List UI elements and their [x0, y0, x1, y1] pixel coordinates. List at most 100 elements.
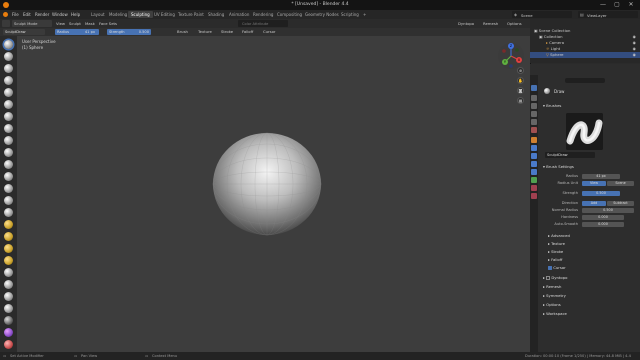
menu-dyntopo[interactable]: Dyntopo [456, 20, 476, 27]
cursor-menu[interactable]: Cursor [261, 28, 277, 35]
thumb-tool[interactable] [4, 256, 13, 265]
scene-tab[interactable] [531, 119, 537, 125]
sphere-mesh[interactable] [211, 132, 323, 236]
render-tab[interactable] [531, 95, 537, 101]
tab-sculpting[interactable]: Sculpting [128, 11, 153, 18]
smooth-tool[interactable] [4, 148, 13, 157]
brush-settings-header[interactable]: ▾ Brush Settings [543, 164, 574, 169]
view-layer-tab[interactable] [531, 111, 537, 117]
menu-mask[interactable]: Mask [83, 20, 97, 27]
strength-value-field[interactable]: 0.500 [582, 191, 620, 196]
world-tab[interactable] [531, 127, 537, 133]
tab-scripting[interactable]: Scripting [338, 11, 362, 18]
face-set-tool[interactable] [4, 328, 13, 337]
scrape-tool[interactable] [4, 184, 13, 193]
elastic-deform-tool[interactable] [4, 232, 13, 241]
material-tab[interactable] [531, 185, 537, 191]
tab-texture-paint[interactable]: Texture Paint [175, 11, 207, 18]
cursor-subsection[interactable]: Cursor [548, 265, 566, 270]
direction-add[interactable]: Add [582, 201, 606, 206]
clay-strips-tool[interactable] [4, 76, 13, 85]
transform-tool[interactable] [4, 340, 13, 349]
maximize-button[interactable]: ▢ [610, 1, 624, 9]
radius-field[interactable]: Radius 41 px [55, 29, 99, 35]
menu-remesh[interactable]: Remesh [481, 20, 500, 27]
outliner-row[interactable]: ▽ Sphere ◉ [530, 52, 640, 58]
tool-tab[interactable] [531, 85, 537, 91]
texture-subsection[interactable]: ▸ Texture [548, 241, 565, 246]
tab-uv-editing[interactable]: UV Editing [151, 11, 178, 18]
tab-animation[interactable]: Animation [226, 11, 252, 18]
menu-render[interactable]: Render [35, 12, 49, 17]
close-button[interactable]: ✕ [624, 1, 638, 9]
clay-tool[interactable] [4, 64, 13, 73]
tab-rendering[interactable]: Rendering [250, 11, 276, 18]
ortho-grid-icon[interactable]: ▦ [517, 97, 524, 104]
falloff-menu[interactable]: Falloff [240, 28, 255, 35]
editor-type-button[interactable] [2, 20, 10, 27]
eye-icon[interactable]: ◉ [633, 52, 636, 58]
add-workspace-button[interactable]: + [360, 11, 369, 18]
draw-sharp-tool[interactable] [4, 52, 13, 61]
brushes-section-header[interactable]: ▾ Brushes [543, 103, 561, 108]
stroke-subsection[interactable]: ▸ Stroke [548, 249, 563, 254]
tool-name-field[interactable]: SculptDraw [3, 29, 45, 35]
texture-menu[interactable]: Texture [196, 28, 214, 35]
data-tab[interactable] [531, 177, 537, 183]
texture-tab[interactable] [531, 193, 537, 199]
object-tab[interactable] [531, 137, 537, 143]
brush-menu[interactable]: Brush [175, 28, 190, 35]
pose-tool[interactable] [4, 268, 13, 277]
color-attribute-field[interactable]: Color Attribute [238, 20, 288, 27]
output-tab[interactable] [531, 103, 537, 109]
options-section[interactable]: ▸ Options [543, 302, 561, 307]
normal-radius-field[interactable]: 0.500 [582, 208, 634, 213]
brush-preview[interactable] [566, 113, 603, 150]
menu-sculpt[interactable]: Sculpt [67, 20, 83, 27]
radius-unit-scene[interactable]: Scene [607, 181, 634, 186]
draw-tool[interactable] [4, 40, 13, 49]
physics-tab[interactable] [531, 161, 537, 167]
remesh-section[interactable]: ▸ Remesh [543, 284, 561, 289]
tab-geometry-nodes[interactable]: Geometry Nodes [302, 11, 342, 18]
camera-view-icon[interactable]: ◙ [517, 87, 524, 94]
grab-tool[interactable] [4, 220, 13, 229]
strength-field[interactable]: Strength 0.500 [107, 29, 151, 35]
viewlayer-selector[interactable]: ▤ ViewLayer [578, 11, 638, 18]
navigation-gizmo[interactable]: X Y Z [497, 42, 525, 70]
direction-subtract[interactable]: Subtract [607, 201, 634, 206]
brush-name-field[interactable]: SculptDraw [545, 152, 595, 158]
stroke-menu[interactable]: Stroke [219, 28, 235, 35]
multiplane-scrape-tool[interactable] [4, 196, 13, 205]
cursor-checkbox[interactable] [548, 266, 552, 270]
pan-hand-icon[interactable]: ✋ [517, 77, 524, 84]
menu-file[interactable]: File [12, 12, 19, 17]
flatten-tool[interactable] [4, 160, 13, 169]
tab-modeling[interactable]: Modeling [106, 11, 130, 18]
clay-thumb-tool[interactable] [4, 88, 13, 97]
dyntopo-checkbox[interactable] [546, 276, 551, 280]
advanced-subsection[interactable]: ▸ Advanced [548, 233, 570, 238]
layer-tool[interactable] [4, 100, 13, 109]
auto-smooth-field[interactable]: 0.000 [582, 222, 624, 227]
menu-view[interactable]: View [54, 20, 67, 27]
mask-tool[interactable] [4, 316, 13, 325]
falloff-subsection[interactable]: ▸ Falloff [548, 257, 562, 262]
pinch-tool[interactable] [4, 208, 13, 217]
menu-window[interactable]: Window [52, 12, 68, 17]
constraints-tab[interactable] [531, 169, 537, 175]
menu-face-sets[interactable]: Face Sets [97, 20, 119, 27]
symmetry-section[interactable]: ▸ Symmetry [543, 293, 566, 298]
hardness-field[interactable]: 0.000 [582, 215, 624, 220]
particles-tab[interactable] [531, 153, 537, 159]
menu-options[interactable]: Options [505, 20, 524, 27]
mode-dropdown[interactable]: Sculpt Mode [12, 20, 52, 27]
tab-compositing[interactable]: Compositing [274, 11, 305, 18]
snake-hook-tool[interactable] [4, 244, 13, 253]
modifiers-tab[interactable] [531, 145, 537, 151]
zoom-icon[interactable]: ⊕ [517, 67, 524, 74]
radius-unit-view[interactable]: View [582, 181, 606, 186]
fill-tool[interactable] [4, 172, 13, 181]
inflate-tool[interactable] [4, 112, 13, 121]
blob-tool[interactable] [4, 124, 13, 133]
